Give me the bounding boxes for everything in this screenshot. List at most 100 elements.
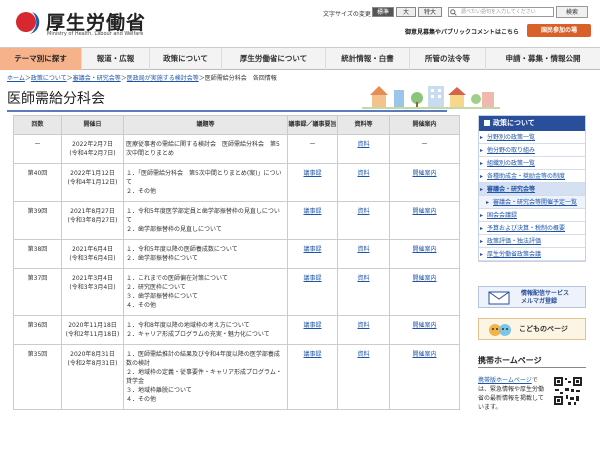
notice-link-cell: ー [389,134,460,164]
meeting-number: 第38回 [27,246,48,253]
minutes-link[interactable]: 議事録 [303,351,321,358]
meeting-number: 第37回 [27,275,48,282]
minutes-link-cell: 議事録 [287,201,338,240]
meeting-date: 2021年3月4日 (令和3年3月4日) [69,275,116,291]
nav-theme[interactable]: テーマ別に探す [0,48,82,70]
notice-link[interactable]: 開催案内 [412,322,436,329]
materials-link[interactable]: 資料 [357,322,369,329]
meeting-number: ー [34,141,41,148]
font-size-xlarge-button[interactable]: 特大 [418,7,442,17]
notice-link[interactable]: 開催案内 [412,246,436,253]
font-size-large-button[interactable]: 大 [396,7,416,17]
agenda-item: ２．研究医枠について [126,284,186,291]
notice-link-cell: 開催案内 [389,163,460,202]
meeting-number-cell: 第39回 [13,201,62,240]
breadcrumb-councils[interactable]: 審議会・研究会等 [73,75,121,82]
search-button[interactable]: 検索 [556,6,588,18]
sidebar-list: 分野別の政策一覧他分野の取り組み組織別の政策一覧各種助成金・奨励金等の制度審議会… [479,131,585,261]
sidebar-item[interactable]: 他分野の取り組み [479,144,585,157]
notice-link-cell: 開催案内 [389,201,460,240]
table-row: 第39回 2021年8月27日 (令和3年8月27日) １．令和5年度医学部定員と歯… [13,201,460,240]
minutes-link-cell: 議事録 [287,239,338,269]
meeting-date: 2022年1月12日 (令和4年1月12日) [67,170,118,186]
logo-subtext: Ministry of Health, Labour and Welfare [47,31,144,37]
search-input[interactable]: 調べたい語句を入力してください [448,7,554,17]
kids-icon [489,324,511,336]
table-body: ー 2022年2月7日 (令和4年2月7日) 医療従事者の需給に関する検討会 医師需… [13,134,460,410]
meeting-number-cell: 第40回 [13,163,62,202]
sidebar-item[interactable]: 予算および決算・税制の概要 [479,222,585,235]
sidebar-item[interactable]: 各種助成金・奨励金等の制度 [479,170,585,183]
materials-link-cell: 資料 [337,315,390,345]
sidebar-item[interactable]: 分野別の政策一覧 [479,131,585,144]
sidebar-item[interactable]: 審議会・研究会等開催予定一覧 [479,196,585,209]
breadcrumb-policy[interactable]: 政策について [31,75,67,82]
nav-about[interactable]: 厚生労働省について [222,48,326,70]
participation-button[interactable]: 国民参加の場 [527,24,591,37]
mobile-homepage-link[interactable]: 携帯版ホームページ [478,377,532,384]
sidebar-item[interactable]: 審議会・研究会等 [479,183,585,196]
font-size-standard-button[interactable]: 標準 [372,7,394,17]
agenda-cell: １．令和8年度以降の地域枠の考え方について ２．キャリア形成プログラムの充実・魅力… [123,315,288,345]
materials-link-cell: 資料 [337,268,390,316]
minutes-link[interactable]: 議事録 [303,322,321,329]
minutes-link[interactable]: 議事録 [303,275,321,282]
breadcrumb-medical-bureau[interactable]: 医政局が実施する検討会等 [127,75,199,82]
notice-link[interactable]: 開催案内 [412,351,436,358]
nav-policy[interactable]: 政策について [150,48,222,70]
agenda-item: 医療従事者の需給に関する検討会 医師需給分科会 第5次中間とりまとめ [126,141,280,157]
agenda-item: １．令和5年度医学部定員と歯学部振替枠の見直しについて [126,208,280,224]
public-comment-link[interactable]: 御意見募集やパブリックコメントはこちら [405,27,519,36]
font-size-label: 文字サイズの変更 [323,11,371,18]
mail-magazine-label: 情報配信サービス メルマガ登録 [521,290,570,305]
kids-page-banner[interactable]: こどものページ [478,318,586,340]
materials-link[interactable]: 資料 [357,246,369,253]
minutes-link[interactable]: 議事録 [303,208,321,215]
meeting-date-cell: 2020年8月31日 (令和2年8月31日) [61,344,124,410]
table-row: ー 2022年2月7日 (令和4年2月7日) 医療従事者の需給に関する検討会 医師需… [13,134,460,164]
sidebar-item[interactable]: 政策評価・独法評価 [479,235,585,248]
nav-statistics[interactable]: 統計情報・白書 [326,48,410,70]
notice-link[interactable]: 開催案内 [412,170,436,177]
minutes-link-cell: 議事録 [287,163,338,202]
minutes-link[interactable]: 議事録 [303,246,321,253]
nav-application[interactable]: 申請・募集・情報公開 [486,48,600,70]
agenda-item: ２．地域枠の定義・従事要件・キャリア形成プログラム・貸学金 [126,369,282,385]
materials-link[interactable]: 資料 [357,275,369,282]
minutes-link-cell: 議事録 [287,315,338,345]
agenda-item: １．令和8年度以降の地域枠の考え方について [126,322,250,329]
notice-link[interactable]: 開催案内 [412,208,436,215]
table-row: 第37回 2021年3月4日 (令和3年3月4日) １．これまでの医師偏在対策につい… [13,268,460,316]
minutes-link-cell: 議事録 [287,268,338,316]
minutes-link[interactable]: 議事録 [303,170,321,177]
ministry-logo-icon[interactable] [14,7,44,37]
materials-link[interactable]: 資料 [357,351,369,358]
materials-link[interactable]: 資料 [357,141,369,148]
meeting-number: 第40回 [27,170,48,177]
meeting-number-cell: 第36回 [13,315,62,345]
column-header: 開催案内 [389,115,460,135]
breadcrumb-home[interactable]: ホーム [7,75,25,82]
sidebar-item[interactable]: 厚生労働省政策会議 [479,248,585,261]
meeting-number: 第36回 [27,322,48,329]
sidebar-item[interactable]: 組織別の政策一覧 [479,157,585,170]
mail-magazine-banner[interactable]: 情報配信サービス メルマガ登録 [478,286,586,308]
agenda-cell: 医療従事者の需給に関する検討会 医師需給分科会 第5次中間とりまとめ [123,134,288,164]
materials-link[interactable]: 資料 [357,170,369,177]
nav-laws[interactable]: 所管の法令等 [410,48,486,70]
agenda-item: ２．その他 [126,188,157,195]
meeting-date-cell: 2021年6月4日 (令和3年6月4日) [61,239,124,269]
agenda-item: ４．その他 [126,396,157,403]
sidebar-item[interactable]: 国会会議録 [479,209,585,222]
notice-link-cell: 開催案内 [389,239,460,269]
agenda-item: １．これまでの医師偏在対策について [126,275,228,282]
agenda-item: １．「医師需給分科会 第5次中間とりまとめ(案)」について [126,170,282,186]
nav-press[interactable]: 報道・広報 [82,48,150,70]
notice-link-cell: 開催案内 [389,268,460,316]
table-row: 第40回 2022年1月12日 (令和4年1月12日) １．「医師需給分科会 第5次… [13,163,460,202]
materials-link[interactable]: 資料 [357,208,369,215]
notice-link[interactable]: 開催案内 [412,275,436,282]
column-header: 資料等 [337,115,390,135]
agenda-cell: １．「医師需給分科会 第5次中間とりまとめ(案)」について ２．その他 [123,163,288,202]
materials-link-cell: 資料 [337,239,390,269]
